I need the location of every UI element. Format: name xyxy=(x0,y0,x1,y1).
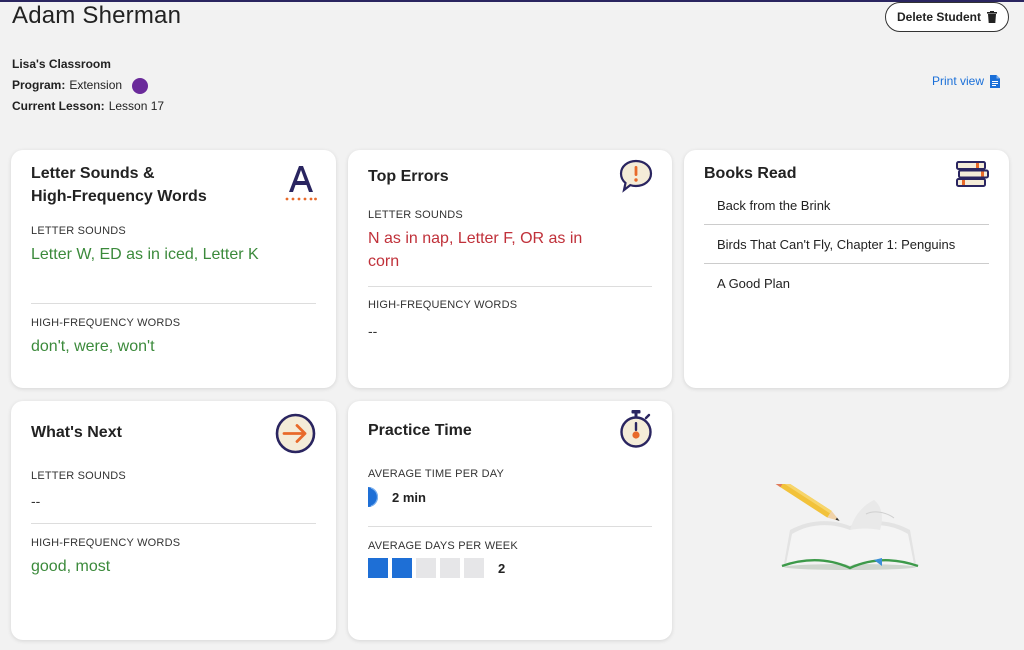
avg-days-value: 2 xyxy=(498,560,506,576)
divider xyxy=(704,224,989,225)
practice-time-card: Practice Time AVERAGE TIME PER DAY 2 min… xyxy=(348,401,672,640)
book-item: Birds That Can't Fly, Chapter 1: Penguin… xyxy=(717,237,956,252)
lesson-label: Current Lesson: xyxy=(12,99,105,113)
stopwatch-icon xyxy=(620,410,652,448)
books-read-title: Books Read xyxy=(704,165,797,182)
day-square xyxy=(416,558,436,578)
top-errors-letter-sounds-value: N as in nap, Letter F, OR as in corn xyxy=(368,227,582,273)
books-read-card: Books Read Back from the Brink Birds Tha… xyxy=(684,150,1009,388)
divider xyxy=(31,303,316,304)
avg-time-value: 2 min xyxy=(392,489,426,505)
title-line-2: High-Frequency Words xyxy=(31,188,207,205)
value-line-2: corn xyxy=(368,253,400,270)
divider xyxy=(368,286,652,287)
top-errors-hfw-value: -- xyxy=(368,323,378,339)
book-item: A Good Plan xyxy=(717,276,790,291)
letter-sounds-card-title: Letter Sounds & High-Frequency Words xyxy=(31,162,207,208)
days-per-week-indicator: 2 xyxy=(368,558,505,578)
hfw-value: don't, were, won't xyxy=(31,338,155,355)
student-name: Adam Sherman xyxy=(12,2,182,29)
letter-sounds-card: Letter Sounds & High-Frequency Words LET… xyxy=(11,150,336,388)
avg-time-row: 2 min xyxy=(368,487,426,507)
top-errors-title: Top Errors xyxy=(368,168,449,185)
whats-next-letter-sounds-label: LETTER SOUNDS xyxy=(31,470,126,482)
print-view-label: Print view xyxy=(932,74,985,88)
open-book-pencil-illustration xyxy=(775,484,919,570)
classroom-row: Lisa's Classroom xyxy=(12,54,164,75)
time-progress-icon xyxy=(368,487,379,507)
lesson-value: Lesson 17 xyxy=(108,99,165,113)
day-square xyxy=(368,558,388,578)
title-line-1: Letter Sounds & xyxy=(31,165,155,182)
print-view-link[interactable]: Print view xyxy=(932,74,1001,88)
top-errors-letter-sounds-label: LETTER SOUNDS xyxy=(368,209,463,221)
letter-sounds-label: LETTER SOUNDS xyxy=(31,225,126,237)
books-stack-icon xyxy=(956,161,989,187)
whats-next-title: What's Next xyxy=(31,424,122,441)
avg-days-label: AVERAGE DAYS PER WEEK xyxy=(368,540,518,552)
letter-sounds-value: Letter W, ED as in iced, Letter K xyxy=(31,246,259,263)
day-square xyxy=(440,558,460,578)
top-errors-card: Top Errors LETTER SOUNDS N as in nap, Le… xyxy=(348,150,672,388)
top-errors-hfw-label: HIGH-FREQUENCY WORDS xyxy=(368,299,518,311)
practice-time-title: Practice Time xyxy=(368,422,472,439)
value-line-1: N as in nap, Letter F, OR as in xyxy=(368,230,583,247)
divider xyxy=(368,526,652,527)
lesson-row: Current Lesson: Lesson 17 xyxy=(12,96,164,117)
program-color-dot xyxy=(132,77,149,94)
divider xyxy=(704,263,989,264)
avg-time-label: AVERAGE TIME PER DAY xyxy=(368,468,505,480)
program-label: Program: xyxy=(12,78,66,92)
classroom-name: Lisa's Classroom xyxy=(12,57,111,71)
delete-student-button[interactable]: Delete Student xyxy=(885,2,1009,32)
divider xyxy=(31,523,316,524)
day-square xyxy=(392,558,412,578)
whats-next-hfw-value: good, most xyxy=(31,558,111,575)
delete-student-label: Delete Student xyxy=(896,10,981,24)
whats-next-letter-sounds-value: -- xyxy=(31,493,41,509)
letter-a-icon xyxy=(285,166,317,201)
whats-next-card: What's Next LETTER SOUNDS -- HIGH-FREQUE… xyxy=(11,401,336,640)
arrow-right-circle-icon xyxy=(275,413,316,454)
student-meta: Lisa's Classroom Program: Extension Curr… xyxy=(12,54,164,117)
trash-icon xyxy=(987,11,997,23)
day-square xyxy=(464,558,484,578)
program-value: Extension xyxy=(69,78,123,92)
whats-next-hfw-label: HIGH-FREQUENCY WORDS xyxy=(31,537,181,549)
program-row: Program: Extension xyxy=(12,75,164,96)
document-icon xyxy=(990,74,1001,88)
exclamation-bubble-icon xyxy=(619,159,653,193)
hfw-label: HIGH-FREQUENCY WORDS xyxy=(31,317,181,329)
book-item: Back from the Brink xyxy=(717,198,831,213)
